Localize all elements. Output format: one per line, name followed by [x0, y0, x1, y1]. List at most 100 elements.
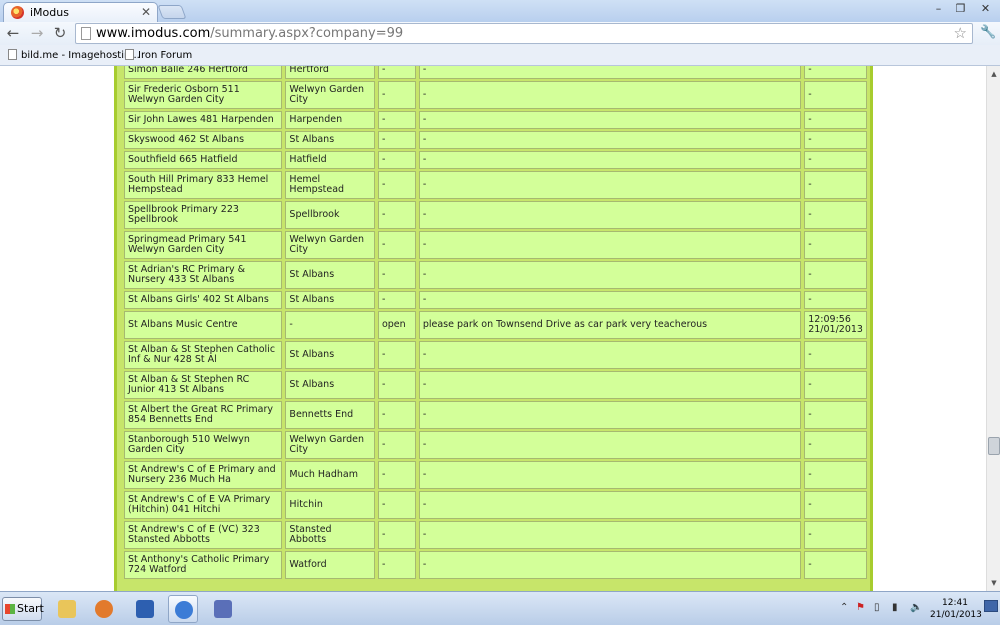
town-cell: St Albans	[285, 341, 375, 369]
town-cell: Hitchin	[285, 491, 375, 519]
site-name-cell: St Andrew's C of E VA Primary (Hitchin) …	[124, 491, 283, 519]
timestamp-cell: -	[804, 341, 867, 369]
timestamp-cell: -	[804, 111, 867, 129]
show-desktop-icon[interactable]	[984, 600, 998, 612]
page-icon	[81, 27, 91, 40]
clock[interactable]: 12:41 21/01/2013	[930, 597, 982, 621]
show-hidden-icons-icon[interactable]: ⌃	[840, 602, 848, 613]
device-icon[interactable]: ▯	[874, 602, 880, 613]
town-cell: Hatfield	[285, 151, 375, 169]
close-window-button[interactable]: ✕	[975, 1, 996, 17]
note-cell: -	[418, 521, 802, 549]
note-cell: -	[418, 291, 802, 309]
table-row: Simon Balle 246 Hertford Hertford - - -	[124, 66, 867, 79]
note-cell: -	[418, 551, 802, 579]
volume-icon[interactable]: 🔈	[910, 602, 922, 613]
town-cell: Watford	[285, 551, 375, 579]
reload-icon[interactable]: ↻	[50, 24, 70, 42]
site-name-cell: St Albans Music Centre	[124, 311, 283, 339]
timestamp-cell: -	[804, 291, 867, 309]
flag-icon[interactable]: ⚑	[856, 602, 865, 613]
table-row: St Alban & St Stephen RC Junior 413 St A…	[124, 371, 867, 399]
site-name-cell: St Albans Girls' 402 St Albans	[124, 291, 283, 309]
start-button[interactable]: Start	[2, 597, 44, 621]
bookmark-item[interactable]: Iron Forum	[125, 49, 192, 61]
word-taskbar-icon[interactable]	[130, 595, 160, 623]
timestamp-cell: -	[804, 131, 867, 149]
table-row: St Andrew's C of E VA Primary (Hitchin) …	[124, 491, 867, 519]
address-bar[interactable]: www.imodus.com/summary.aspx?company=99 ☆	[75, 23, 973, 44]
town-cell: Hemel Hempstead	[285, 171, 375, 199]
table-row: St Albans Music Centre - open please park o…	[124, 311, 867, 339]
minimize-button[interactable]: –	[928, 1, 949, 17]
timestamp-cell: -	[804, 201, 867, 229]
network-icon[interactable]: ▮	[892, 602, 898, 613]
table-row: St Andrew's C of E (VC) 323 Stansted Abb…	[124, 521, 867, 549]
note-cell: -	[418, 341, 802, 369]
table-row: St Alban & St Stephen Catholic Inf & Nur…	[124, 341, 867, 369]
site-favicon-icon	[11, 6, 24, 19]
timestamp-cell: -	[804, 371, 867, 399]
site-name-cell: St Anthony's Catholic Primary 724 Watfor…	[124, 551, 283, 579]
bookmark-page-icon	[8, 49, 17, 60]
town-cell: Harpenden	[285, 111, 375, 129]
site-name-cell: Simon Balle 246 Hertford	[124, 66, 283, 79]
timestamp-cell: -	[804, 66, 867, 79]
status-cell: -	[377, 171, 416, 199]
timestamp-cell: -	[804, 231, 867, 259]
table-row: Spellbrook Primary 223 Spellbrook Spellbr…	[124, 201, 867, 229]
status-cell: -	[377, 341, 416, 369]
status-cell: -	[377, 401, 416, 429]
paint-taskbar-icon[interactable]	[208, 595, 238, 623]
vertical-scrollbar[interactable]: ▲ ▼	[986, 66, 1000, 591]
new-tab-button[interactable]	[157, 5, 187, 19]
town-cell: St Albans	[285, 371, 375, 399]
bookmark-star-icon[interactable]: ☆	[954, 24, 967, 42]
table-row: St Adrian's RC Primary & Nursery 433 St …	[124, 261, 867, 289]
forward-arrow-icon[interactable]: →	[27, 24, 47, 42]
site-name-cell: Sir Frederic Osborn 511 Welwyn Garden Ci…	[124, 81, 283, 109]
table-row: St Andrew's C of E Primary and Nursery 2…	[124, 461, 867, 489]
table-row: Sir Frederic Osborn 511 Welwyn Garden Ci…	[124, 81, 867, 109]
explorer-taskbar-icon[interactable]	[52, 595, 82, 623]
site-name-cell: St Albert the Great RC Primary 854 Benne…	[124, 401, 283, 429]
town-cell: Bennetts End	[285, 401, 375, 429]
town-cell: Welwyn Garden City	[285, 81, 375, 109]
status-cell: -	[377, 201, 416, 229]
town-cell: St Albans	[285, 291, 375, 309]
site-name-cell: St Adrian's RC Primary & Nursery 433 St …	[124, 261, 283, 289]
browser-taskbar-icon[interactable]	[168, 595, 198, 623]
back-arrow-icon[interactable]: ←	[3, 24, 23, 42]
note-cell: -	[418, 231, 802, 259]
site-name-cell: Spellbrook Primary 223 Spellbrook	[124, 201, 283, 229]
site-name-cell: Springmead Primary 541 Welwyn Garden Cit…	[124, 231, 283, 259]
town-cell: Stansted Abbotts	[285, 521, 375, 549]
table-row: South Hill Primary 833 Hemel Hempstead He…	[124, 171, 867, 199]
note-cell: -	[418, 431, 802, 459]
bookmark-page-icon	[125, 49, 134, 60]
wrench-icon[interactable]: 🔧	[980, 25, 996, 40]
status-cell: -	[377, 291, 416, 309]
note-cell: -	[418, 131, 802, 149]
url-text[interactable]: www.imodus.com/summary.aspx?company=99	[96, 26, 403, 41]
status-cell: -	[377, 461, 416, 489]
bookmarks-bar: bild.me - Imagehostin... Iron Forum	[0, 45, 1000, 66]
close-tab-icon[interactable]: ✕	[141, 5, 151, 19]
scroll-down-icon[interactable]: ▼	[988, 577, 1000, 589]
town-cell: St Albans	[285, 131, 375, 149]
timestamp-cell: -	[804, 81, 867, 109]
site-name-cell: Sir John Lawes 481 Harpenden	[124, 111, 283, 129]
scroll-up-icon[interactable]: ▲	[988, 68, 1000, 80]
media-player-taskbar-icon[interactable]	[89, 595, 119, 623]
bookmark-item[interactable]: bild.me - Imagehostin...	[8, 49, 140, 61]
table-row: Southfield 665 Hatfield Hatfield - - -	[124, 151, 867, 169]
status-cell: -	[377, 371, 416, 399]
page-content: Simon Balle 246 Hertford Hertford - - - Sir F…	[0, 66, 986, 591]
table-row: Stanborough 510 Welwyn Garden City Welwyn…	[124, 431, 867, 459]
table-row: St Albert the Great RC Primary 854 Benne…	[124, 401, 867, 429]
table-row: Sir John Lawes 481 Harpenden Harpenden - - -	[124, 111, 867, 129]
browser-tab[interactable]: iModus ✕	[3, 2, 158, 22]
scroll-thumb[interactable]	[988, 437, 1000, 455]
restore-button[interactable]: ❐	[950, 1, 971, 17]
tab-title: iModus	[30, 6, 69, 19]
